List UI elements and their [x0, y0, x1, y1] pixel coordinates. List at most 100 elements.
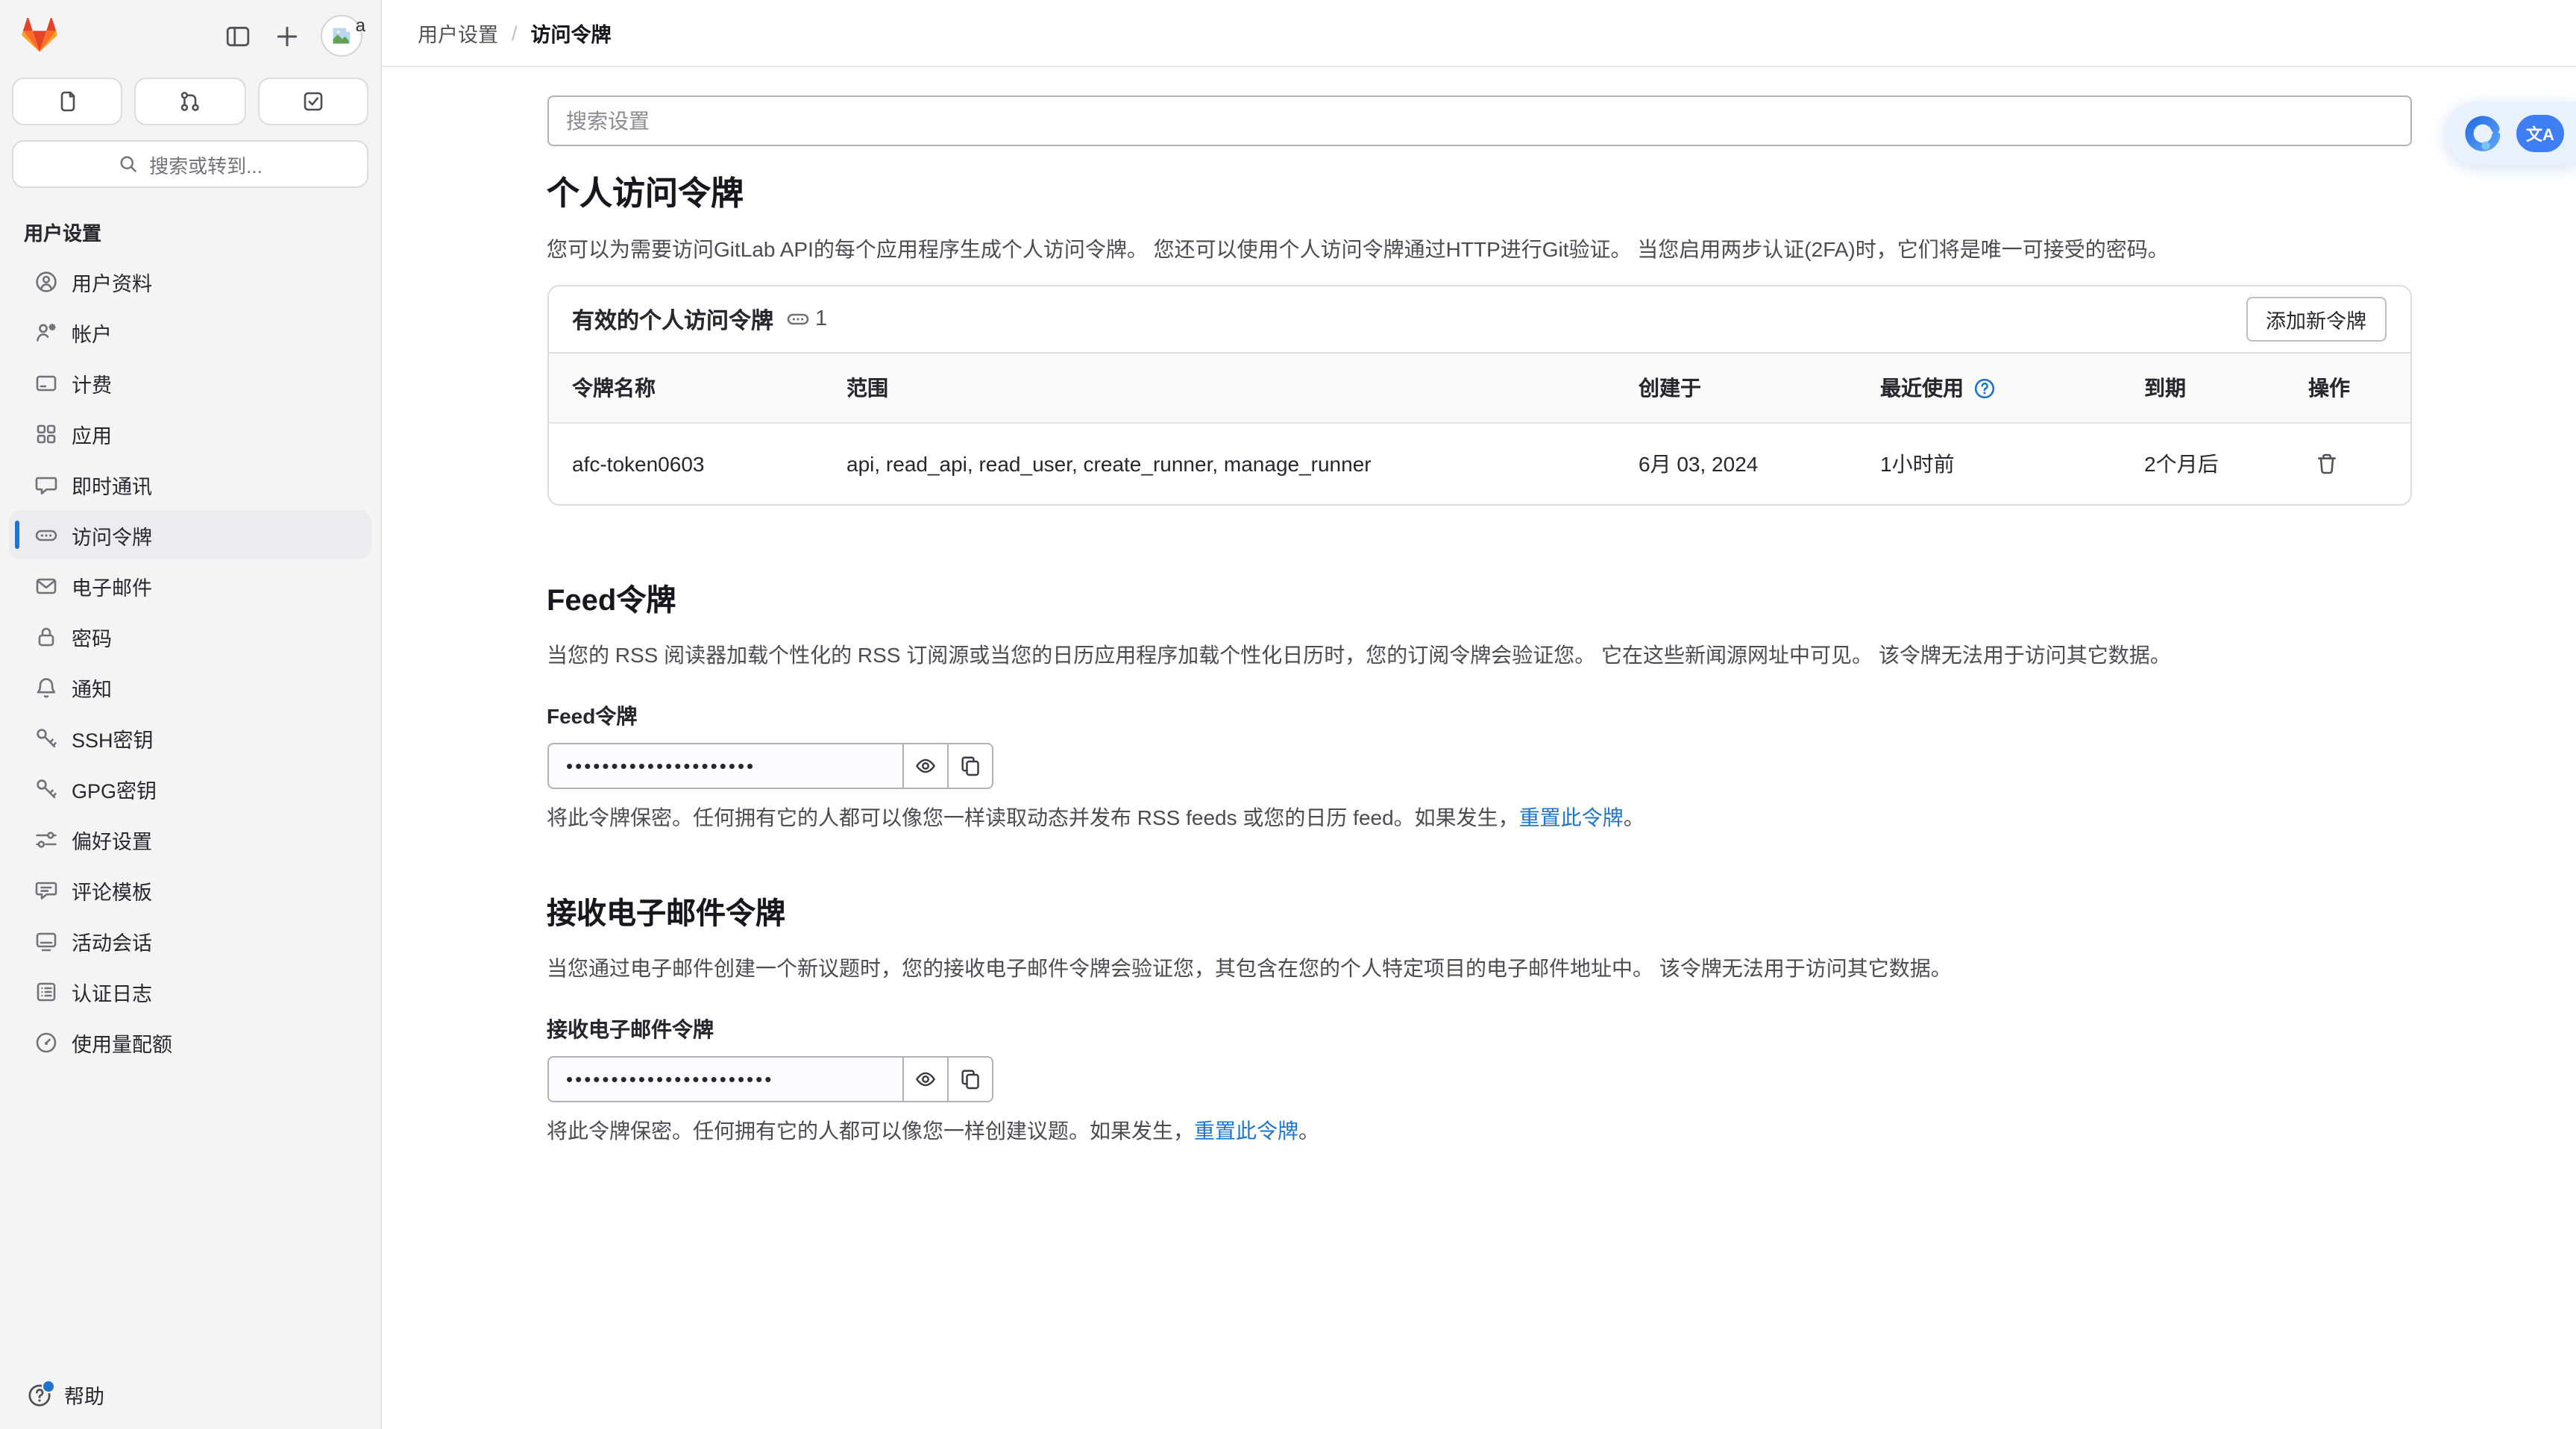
- email-icon: [34, 574, 58, 597]
- sidebar-item-chat[interactable]: 即时通讯: [9, 459, 371, 509]
- sidebar-item-usage-quotas[interactable]: 使用量配额: [9, 1017, 371, 1067]
- search-icon: [118, 154, 139, 175]
- merge-request-icon: [178, 89, 202, 113]
- sidebar-item-billing[interactable]: 计费: [9, 358, 371, 407]
- broken-image-icon: [331, 25, 352, 46]
- bell-icon: [34, 675, 58, 699]
- gitlab-logo[interactable]: [21, 18, 58, 54]
- sidebar-item-ssh-keys[interactable]: SSH密钥: [9, 713, 371, 762]
- incoming-email-token-copy-button[interactable]: [946, 1056, 993, 1102]
- sidebar-panel-icon: [225, 23, 251, 48]
- sidebar-item-account[interactable]: 帐户: [9, 307, 371, 357]
- table-row: afc-token0603 api, read_api, read_user, …: [548, 423, 2410, 504]
- breadcrumb-separator: /: [512, 22, 518, 44]
- billing-icon: [34, 371, 58, 395]
- settings-content: 个人访问令牌 您可以为需要访问GitLab API的每个应用程序生成个人访问令牌…: [547, 67, 2411, 1146]
- feed-token-label: Feed令牌: [547, 701, 2411, 731]
- sidebar-item-profile[interactable]: 用户资料: [9, 257, 371, 306]
- sidebar-item-active-sessions[interactable]: 活动会话: [9, 916, 371, 965]
- key-icon: [34, 776, 58, 800]
- add-new-token-button[interactable]: 添加新令牌: [2246, 297, 2386, 342]
- sidebar-item-password[interactable]: 密码: [9, 612, 371, 661]
- search-label: 搜索或转到...: [149, 150, 263, 178]
- sliders-icon: [34, 827, 58, 851]
- feed-token-copy-button[interactable]: [946, 743, 993, 789]
- token-count: 1: [815, 307, 827, 331]
- incoming-email-token-group: [547, 1056, 2411, 1102]
- last-used-help-icon[interactable]: [1973, 377, 1995, 399]
- token-icon: [34, 523, 58, 547]
- sidebar: a 搜索: [0, 0, 382, 1429]
- sidebar-section-title: 用户设置: [0, 188, 380, 255]
- active-tokens-card: 有效的个人访问令牌 1 添加新令牌 令牌名称: [547, 285, 2411, 506]
- copy-icon: [958, 1068, 981, 1090]
- help-label: 帮助: [64, 1380, 104, 1410]
- sidebar-top: a: [0, 0, 380, 63]
- sidebar-item-gpg-keys[interactable]: GPG密钥: [9, 764, 371, 813]
- sidebar-item-auth-log[interactable]: 认证日志: [9, 967, 371, 1016]
- copy-icon: [958, 755, 981, 777]
- feed-token-title: Feed令牌: [547, 583, 2411, 619]
- feed-token-description: 当您的 RSS 阅读器加载个性化的 RSS 订阅源或当您的日历应用程序加载个性化…: [547, 640, 2411, 670]
- lock-icon: [34, 624, 58, 648]
- incoming-email-token-input[interactable]: [547, 1056, 903, 1102]
- comment-icon: [34, 878, 58, 902]
- help-notification-dot: [42, 1379, 55, 1392]
- search-or-goto[interactable]: 搜索或转到...: [12, 140, 368, 188]
- tokens-table: 令牌名称 范围 创建于 最近使用: [548, 352, 2410, 504]
- feed-token-reveal-button[interactable]: [902, 743, 948, 789]
- log-icon: [34, 979, 58, 1003]
- sidebar-item-comment-templates[interactable]: 评论模板: [9, 865, 371, 914]
- token-count-icon: [785, 307, 809, 331]
- incoming-email-token-reveal-button[interactable]: [902, 1056, 948, 1102]
- feed-token-input[interactable]: [547, 743, 903, 789]
- revoke-token-button[interactable]: [2308, 446, 2344, 482]
- main-area: 用户设置 / 访问令牌 个人访问令牌 您可以为需要访问GitLab API的每个…: [382, 0, 2576, 1429]
- breadcrumb: 用户设置 / 访问令牌: [382, 0, 2576, 67]
- eye-icon: [914, 1068, 936, 1090]
- incoming-email-token-label: 接收电子邮件令牌: [547, 1014, 2411, 1044]
- col-created: 创建于: [1615, 353, 1856, 423]
- incoming-email-token-note: 将此令牌保密。任何拥有它的人都可以像您一样创建议题。如果发生，重置此令牌。: [547, 1116, 2411, 1146]
- search-settings-input[interactable]: [547, 95, 2411, 146]
- breadcrumb-access-tokens: 访问令牌: [531, 18, 612, 48]
- todo-check-icon: [301, 89, 325, 113]
- account-icon: [34, 320, 58, 344]
- key-icon: [34, 726, 58, 750]
- incoming-email-reset-link[interactable]: 重置此令牌: [1194, 1119, 1298, 1143]
- help-button[interactable]: 帮助: [27, 1380, 104, 1410]
- col-expires: 到期: [2120, 353, 2284, 423]
- create-new-button[interactable]: [271, 20, 303, 51]
- sidebar-item-notifications[interactable]: 通知: [9, 662, 371, 712]
- chat-icon: [34, 472, 58, 496]
- user-avatar[interactable]: a: [321, 15, 362, 57]
- cell-actions: [2284, 423, 2410, 504]
- sidebar-item-access-tokens[interactable]: 访问令牌: [9, 510, 371, 559]
- translate-icon[interactable]: 文A: [2516, 115, 2564, 152]
- help-question-icon: [27, 1382, 52, 1407]
- issues-shortcut-button[interactable]: [12, 78, 123, 125]
- todos-shortcut-button[interactable]: [257, 78, 368, 125]
- col-last-used: 最近使用: [1856, 353, 2120, 423]
- feed-reset-link[interactable]: 重置此令牌: [1519, 805, 1624, 829]
- sidebar-item-emails[interactable]: 电子邮件: [9, 561, 371, 610]
- extension-logo-icon[interactable]: [2463, 113, 2503, 154]
- issue-document-icon: [55, 89, 79, 113]
- sidebar-shortcuts: [0, 63, 380, 125]
- gauge-icon: [34, 1030, 58, 1054]
- card-title: 有效的个人访问令牌: [572, 304, 773, 335]
- col-scopes: 范围: [823, 353, 1615, 423]
- feed-token-note: 将此令牌保密。任何拥有它的人都可以像您一样读取动态并发布 RSS feeds 或…: [547, 803, 2411, 832]
- breadcrumb-user-settings[interactable]: 用户设置: [418, 18, 498, 48]
- sidebar-item-preferences[interactable]: 偏好设置: [9, 814, 371, 864]
- cell-token-name: afc-token0603: [548, 423, 823, 504]
- avatar-alt-text: a: [356, 15, 365, 36]
- toggle-sidebar-button[interactable]: [222, 20, 254, 51]
- pat-description: 您可以为需要访问GitLab API的每个应用程序生成个人访问令牌。 您还可以使…: [547, 234, 2411, 264]
- col-actions: 操作: [2284, 353, 2410, 423]
- incoming-email-token-description: 当您通过电子邮件创建一个新议题时，您的接收电子邮件令牌会验证您，其包含在您的个人…: [547, 953, 2411, 983]
- merge-requests-shortcut-button[interactable]: [135, 78, 246, 125]
- cell-expires: 2个月后: [2120, 423, 2284, 504]
- page-title: 个人访问令牌: [547, 175, 2411, 213]
- sidebar-item-applications[interactable]: 应用: [9, 409, 371, 458]
